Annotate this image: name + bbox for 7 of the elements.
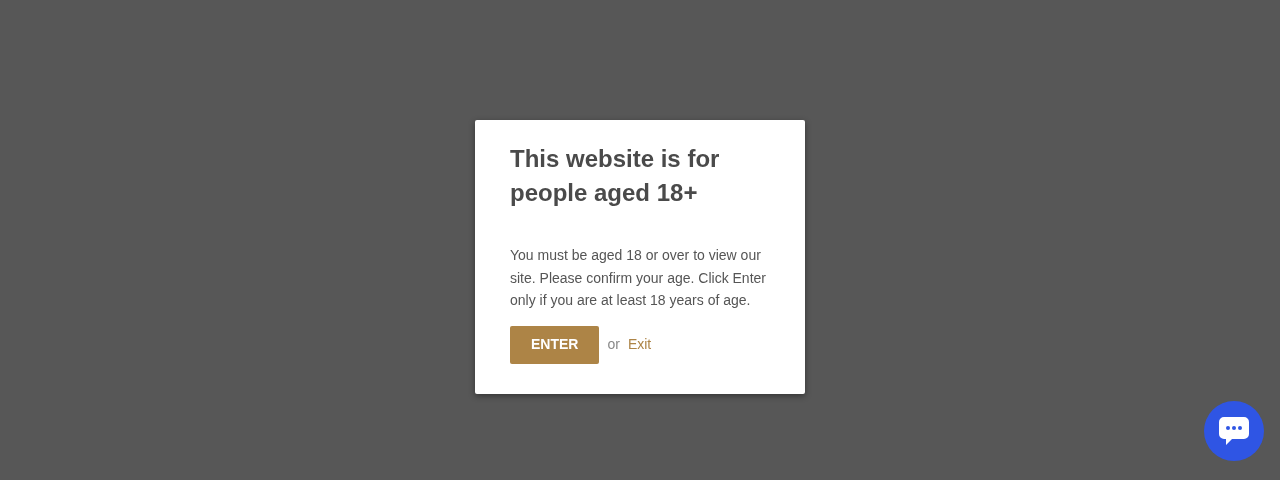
modal-title: This website is for people aged 18+	[510, 144, 721, 208]
chat-bubble-icon	[1218, 416, 1250, 446]
enter-button[interactable]: ENTER	[510, 325, 600, 364]
chat-button[interactable]	[1204, 401, 1264, 461]
or-text: or	[607, 335, 620, 354]
modal-message: You must be aged 18 or over to view our site. Please confirm your age. Click Enter only if you are at least 18 years of age.	[510, 246, 767, 310]
exit-link[interactable]: Exit	[627, 334, 652, 355]
